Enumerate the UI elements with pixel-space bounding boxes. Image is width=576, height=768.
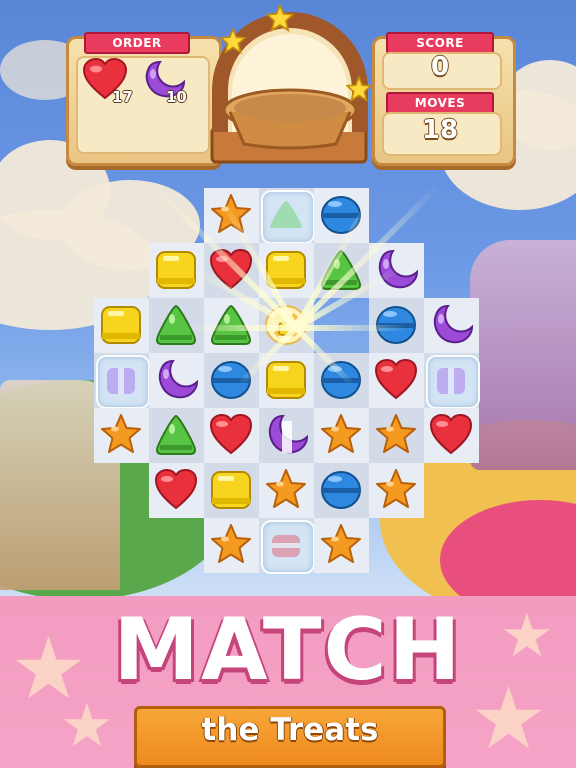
star-candy-icon[interactable] [319, 523, 363, 567]
star-rating-icon [220, 28, 246, 54]
banner-subtitle: the Treats [201, 712, 379, 748]
heart-candy-icon[interactable] [209, 413, 253, 457]
board-cell[interactable] [314, 408, 369, 463]
moves-label: MOVES [386, 92, 494, 114]
board-cell[interactable] [149, 353, 204, 408]
board-cell[interactable] [204, 353, 259, 408]
board-cell[interactable] [204, 463, 259, 518]
moon-candy-icon[interactable] [154, 358, 198, 402]
star-decoration-icon: ★ [60, 691, 114, 761]
board-cell[interactable] [369, 463, 424, 518]
board-cell[interactable] [259, 463, 314, 518]
star-rating-icon [266, 4, 294, 32]
order-count-moon: 10 [166, 88, 187, 106]
star-rating-icon [346, 76, 372, 102]
icing-castle [470, 240, 576, 470]
square-candy-icon[interactable] [264, 358, 308, 402]
square-candy-icon[interactable] [209, 468, 253, 512]
star-candy-icon[interactable] [209, 523, 253, 567]
glass-jar-icon [261, 520, 315, 574]
heart-candy-icon[interactable] [429, 413, 473, 457]
star-candy-icon[interactable] [264, 468, 308, 512]
moon-candy-icon[interactable] [429, 303, 473, 347]
board-cell[interactable] [314, 353, 369, 408]
pie-crust-icon [222, 88, 358, 150]
star-candy-icon[interactable] [374, 413, 418, 457]
macaron-candy-icon[interactable] [319, 358, 363, 402]
board-cell[interactable] [94, 353, 150, 409]
moves-value: 18 [421, 115, 459, 145]
moon-candy-icon[interactable] [264, 413, 308, 457]
macaron-candy-icon[interactable] [319, 468, 363, 512]
board-cell[interactable] [424, 353, 480, 409]
board-cell[interactable] [424, 298, 479, 353]
board-cell[interactable] [369, 353, 424, 408]
board-cell[interactable] [314, 518, 369, 573]
board-cell[interactable] [94, 408, 149, 463]
star-candy-icon[interactable] [374, 468, 418, 512]
heart-candy-icon[interactable] [154, 468, 198, 512]
board-cell[interactable] [259, 408, 314, 463]
board-cell[interactable] [259, 518, 315, 574]
order-count-heart: 17 [112, 88, 133, 106]
board-cell[interactable] [149, 408, 204, 463]
glass-jar-icon [96, 355, 150, 409]
board-cell[interactable] [369, 408, 424, 463]
board-cell[interactable] [204, 518, 259, 573]
glass-jar-icon [261, 190, 315, 244]
glass-jar-icon [426, 355, 480, 409]
banner-title: MATCH [113, 600, 463, 700]
star-candy-icon[interactable] [319, 413, 363, 457]
order-label: ORDER [84, 32, 190, 54]
triangle-candy-icon[interactable] [154, 413, 198, 457]
heart-candy-icon[interactable] [374, 358, 418, 402]
score-value: 0 [430, 52, 450, 82]
board-cell[interactable] [259, 188, 315, 244]
board-cell[interactable] [259, 353, 314, 408]
board-cell[interactable] [94, 298, 149, 353]
board-cell[interactable] [314, 463, 369, 518]
board-cell[interactable] [204, 408, 259, 463]
star-candy-icon[interactable] [99, 413, 143, 457]
square-candy-icon[interactable] [99, 303, 143, 347]
board-cell[interactable] [259, 243, 314, 298]
board-cell[interactable] [424, 408, 479, 463]
board-cell[interactable] [149, 463, 204, 518]
score-label: SCORE [386, 32, 494, 54]
